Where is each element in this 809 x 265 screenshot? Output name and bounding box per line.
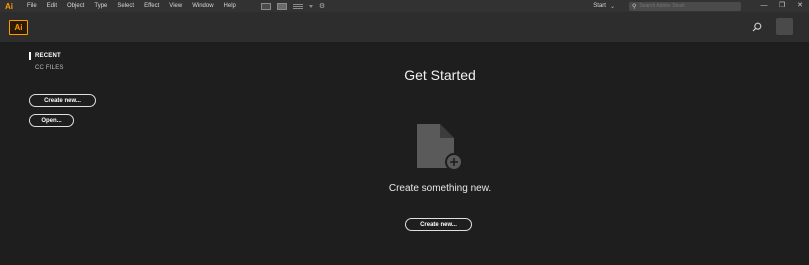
menu-bar: Ai File Edit Object Type Select Effect V… [0, 0, 809, 12]
stock-search-input[interactable] [639, 3, 736, 9]
chevron-down-icon: ⌄ [609, 3, 615, 10]
search-glyph [752, 22, 762, 32]
create-new-button[interactable]: Create new... [29, 94, 96, 107]
menu-file[interactable]: File [22, 0, 42, 12]
sidebar-item-recent[interactable]: RECENT [29, 52, 61, 60]
menu-effect[interactable]: Effect [139, 0, 164, 12]
new-document-glyph [417, 124, 463, 171]
search-icon[interactable] [750, 20, 764, 34]
chevron-down-icon[interactable] [308, 4, 313, 8]
illustrator-logo: Ai [9, 20, 28, 35]
gpu-performance-icon[interactable]: ⚙ [319, 2, 325, 10]
app-menu-logo[interactable]: Ai [2, 1, 16, 12]
search-icon: ⚲ [632, 3, 637, 10]
close-button[interactable]: ✕ [791, 0, 809, 12]
open-button[interactable]: Open... [29, 114, 74, 127]
user-avatar[interactable] [776, 18, 793, 35]
menu-help[interactable]: Help [219, 0, 241, 12]
arrange-documents-icon[interactable] [292, 3, 303, 9]
menu-type[interactable]: Type [89, 0, 112, 12]
stock-icon[interactable] [276, 2, 287, 10]
menu-select[interactable]: Select [112, 0, 139, 12]
workspace-label: Start [593, 3, 606, 9]
menu-object[interactable]: Object [62, 0, 89, 12]
menu-view[interactable]: View [164, 0, 187, 12]
create-new-main-button[interactable]: Create new... [405, 218, 472, 231]
page-title: Get Started [404, 67, 476, 83]
sidebar-item-cc-files[interactable]: CC FILES [35, 65, 64, 71]
menubar-tools: ⚙ [260, 2, 325, 10]
new-document-icon [416, 124, 464, 172]
menu-edit[interactable]: Edit [42, 0, 62, 12]
bridge-icon[interactable] [260, 2, 271, 10]
stock-search-field[interactable]: ⚲ [629, 1, 741, 11]
empty-state-message: Create something new. [388, 183, 492, 194]
home-header: Ai [0, 12, 809, 42]
minimize-button[interactable]: — [755, 0, 773, 12]
menu-window[interactable]: Window [187, 0, 218, 12]
workspace-switcher[interactable]: Start ⌄ [593, 3, 615, 10]
menubar-right: Start ⌄ ⚲ — ❐ ✕ [593, 0, 809, 12]
restore-button[interactable]: ❐ [773, 0, 791, 12]
